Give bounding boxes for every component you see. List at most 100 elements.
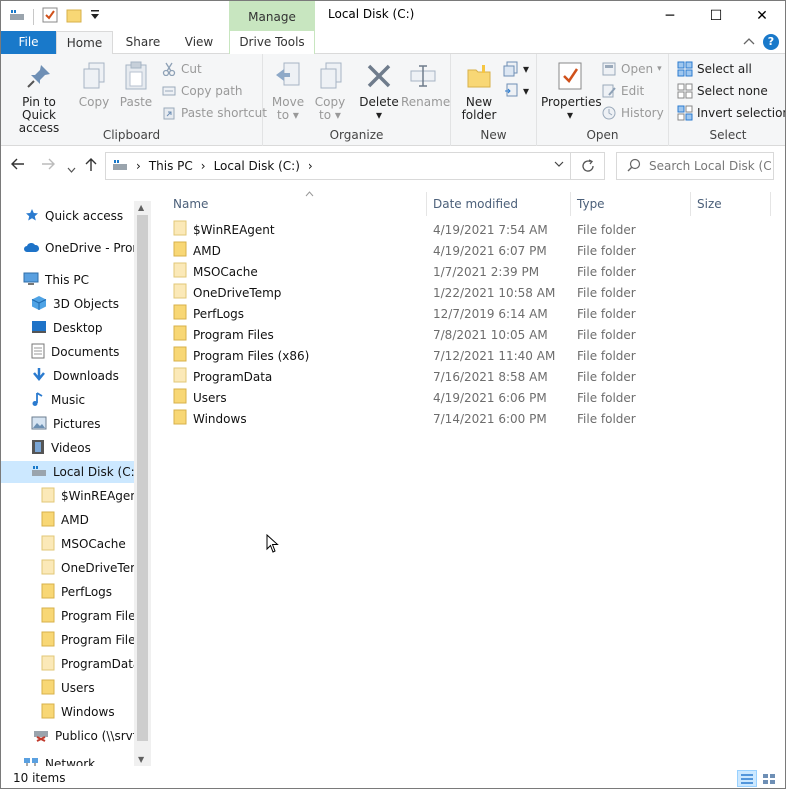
easy-access-button[interactable]: ▾ (503, 82, 529, 100)
breadcrumb-this-pc[interactable]: This PC (149, 159, 193, 173)
tab-view[interactable]: View (173, 31, 225, 54)
column-header-name[interactable]: Name (167, 191, 427, 216)
nav-item-network-drive[interactable]: Publico (\\srvfs (1, 725, 134, 747)
table-row[interactable]: ProgramData 7/16/2021 8:58 AM File folde… (167, 366, 747, 387)
scroll-up-icon[interactable]: ▲ (138, 203, 144, 212)
tab-share[interactable]: Share (117, 31, 169, 54)
scroll-down-icon[interactable]: ▼ (138, 755, 144, 764)
nav-item-folder[interactable]: Program Files (1, 605, 134, 627)
table-row[interactable]: MSOCache 1/7/2021 2:39 PM File folder (167, 261, 747, 282)
back-arrow-icon[interactable] (11, 158, 25, 174)
properties-icon[interactable] (42, 7, 58, 26)
pictures-icon (31, 416, 47, 433)
up-arrow-icon[interactable] (85, 158, 97, 176)
properties-button[interactable]: Properties ▾ (541, 60, 602, 122)
new-folder-button[interactable]: New folder (457, 60, 501, 122)
address-history-chevron-icon[interactable] (554, 159, 564, 170)
table-row[interactable]: Users 4/19/2021 6:06 PM File folder (167, 387, 747, 408)
breadcrumb-separator-icon[interactable]: › (136, 159, 141, 173)
scrollbar-thumb[interactable] (137, 215, 148, 741)
table-row[interactable]: Program Files 7/8/2021 10:05 AM File fol… (167, 324, 747, 345)
large-icons-view-icon[interactable] (759, 770, 779, 787)
new-folder-icon[interactable] (66, 7, 82, 26)
recent-locations-chevron-icon[interactable] (67, 161, 76, 177)
nav-item-this-pc[interactable]: This PC (1, 269, 134, 291)
nav-item-folder[interactable]: Program Files (1, 629, 134, 651)
nav-item-downloads[interactable]: Downloads (1, 365, 134, 387)
copy-path-button[interactable]: Copy path (161, 82, 243, 100)
help-icon[interactable]: ? (763, 34, 779, 50)
view-switcher (737, 770, 779, 787)
open-button[interactable]: Open ▾ (601, 60, 662, 78)
table-row[interactable]: AMD 4/19/2021 6:07 PM File folder (167, 240, 747, 261)
nav-item-folder[interactable]: Windows (1, 701, 134, 723)
history-button[interactable]: History (601, 104, 664, 122)
delete-button[interactable]: Delete ▾ (359, 60, 399, 122)
forward-arrow-icon[interactable] (41, 158, 55, 174)
properties-dropdown-icon[interactable]: ▾ (541, 109, 599, 122)
nav-item-folder[interactable]: MSOCache (1, 533, 134, 555)
nav-item-videos[interactable]: Videos (1, 437, 134, 459)
nav-item-folder[interactable]: ProgramData (1, 653, 134, 675)
select-all-button[interactable]: Select all (677, 60, 752, 78)
delete-dropdown-icon[interactable]: ▾ (359, 109, 399, 122)
drive-icon[interactable] (9, 8, 25, 25)
search-input[interactable]: Search Local Disk (C:) (616, 152, 774, 180)
column-header-date[interactable]: Date modified (427, 192, 571, 216)
close-button[interactable]: ✕ (739, 1, 785, 31)
minimize-button[interactable]: ─ (647, 1, 693, 31)
select-none-button[interactable]: Select none (677, 82, 768, 100)
table-row[interactable]: Windows 7/14/2021 6:00 PM File folder (167, 408, 747, 429)
tab-file[interactable]: File (1, 31, 56, 54)
nav-item-folder[interactable]: Users (1, 677, 134, 699)
copy-to-button[interactable]: Copy to ▾ (311, 60, 349, 122)
move-to-button[interactable]: Move to ▾ (269, 60, 307, 122)
breadcrumb-separator-icon[interactable]: › (201, 159, 206, 173)
nav-item-desktop[interactable]: Desktop (1, 317, 134, 339)
maximize-button[interactable]: ☐ (693, 1, 739, 31)
paste-shortcut-button[interactable]: Paste shortcut (161, 104, 267, 122)
tab-drive-tools[interactable]: Drive Tools (229, 31, 315, 54)
column-header-size[interactable]: Size (691, 192, 771, 216)
new-item-button[interactable]: ▾ (503, 60, 529, 78)
scissors-icon (161, 61, 177, 77)
nav-label: Program Files (61, 633, 134, 647)
customize-toolbar-icon[interactable] (90, 9, 100, 24)
manage-contextual-tab[interactable]: Manage (229, 1, 315, 31)
navigation-scrollbar[interactable]: ▲ ▼ (134, 201, 151, 766)
nav-item-pictures[interactable]: Pictures (1, 413, 134, 435)
cut-button[interactable]: Cut (161, 60, 202, 78)
rename-button[interactable]: Rename (401, 60, 451, 109)
file-name-cell: OneDriveTemp (173, 283, 281, 302)
breadcrumb-local-disk[interactable]: Local Disk (C:) (214, 159, 300, 173)
details-view-icon[interactable] (737, 770, 757, 787)
window-title: Local Disk (C:) (328, 7, 415, 21)
nav-item-local-disk[interactable]: Local Disk (C:) (1, 461, 134, 483)
invert-selection-button[interactable]: Invert selection (677, 104, 785, 122)
refresh-icon[interactable] (570, 153, 604, 179)
nav-item-documents[interactable]: Documents (1, 341, 134, 363)
minimize-ribbon-icon[interactable] (743, 37, 755, 48)
paste-button[interactable]: Paste (117, 60, 155, 109)
nav-item-folder[interactable]: AMD (1, 509, 134, 531)
table-row[interactable]: Program Files (x86) 7/12/2021 11:40 AM F… (167, 345, 747, 366)
table-row[interactable]: PerfLogs 12/7/2019 6:14 AM File folder (167, 303, 747, 324)
breadcrumb-separator-icon[interactable]: › (308, 159, 313, 173)
address-bar[interactable]: › This PC › Local Disk (C:) › (105, 152, 605, 180)
nav-item-network[interactable]: Network (1, 753, 134, 766)
edit-button[interactable]: Edit (601, 82, 644, 100)
column-header-type[interactable]: Type (571, 192, 691, 216)
table-row[interactable]: OneDriveTemp 1/22/2021 10:58 AM File fol… (167, 282, 747, 303)
rename-label: Rename (401, 95, 451, 109)
nav-item-folder[interactable]: $WinREAgent (1, 485, 134, 507)
copy-button[interactable]: Copy (75, 60, 113, 109)
nav-item-onedrive[interactable]: OneDrive - Prom (1, 237, 134, 259)
nav-item-3d-objects[interactable]: 3D Objects (1, 293, 134, 315)
tab-home[interactable]: Home (56, 31, 113, 55)
nav-item-folder[interactable]: PerfLogs (1, 581, 134, 603)
nav-item-folder[interactable]: OneDriveTemp (1, 557, 134, 579)
pin-to-quick-access-button[interactable]: Pin to Quick access (5, 60, 73, 135)
nav-item-quick-access[interactable]: Quick access (1, 205, 134, 227)
nav-item-music[interactable]: Music (1, 389, 134, 411)
table-row[interactable]: $WinREAgent 4/19/2021 7:54 AM File folde… (167, 219, 747, 240)
